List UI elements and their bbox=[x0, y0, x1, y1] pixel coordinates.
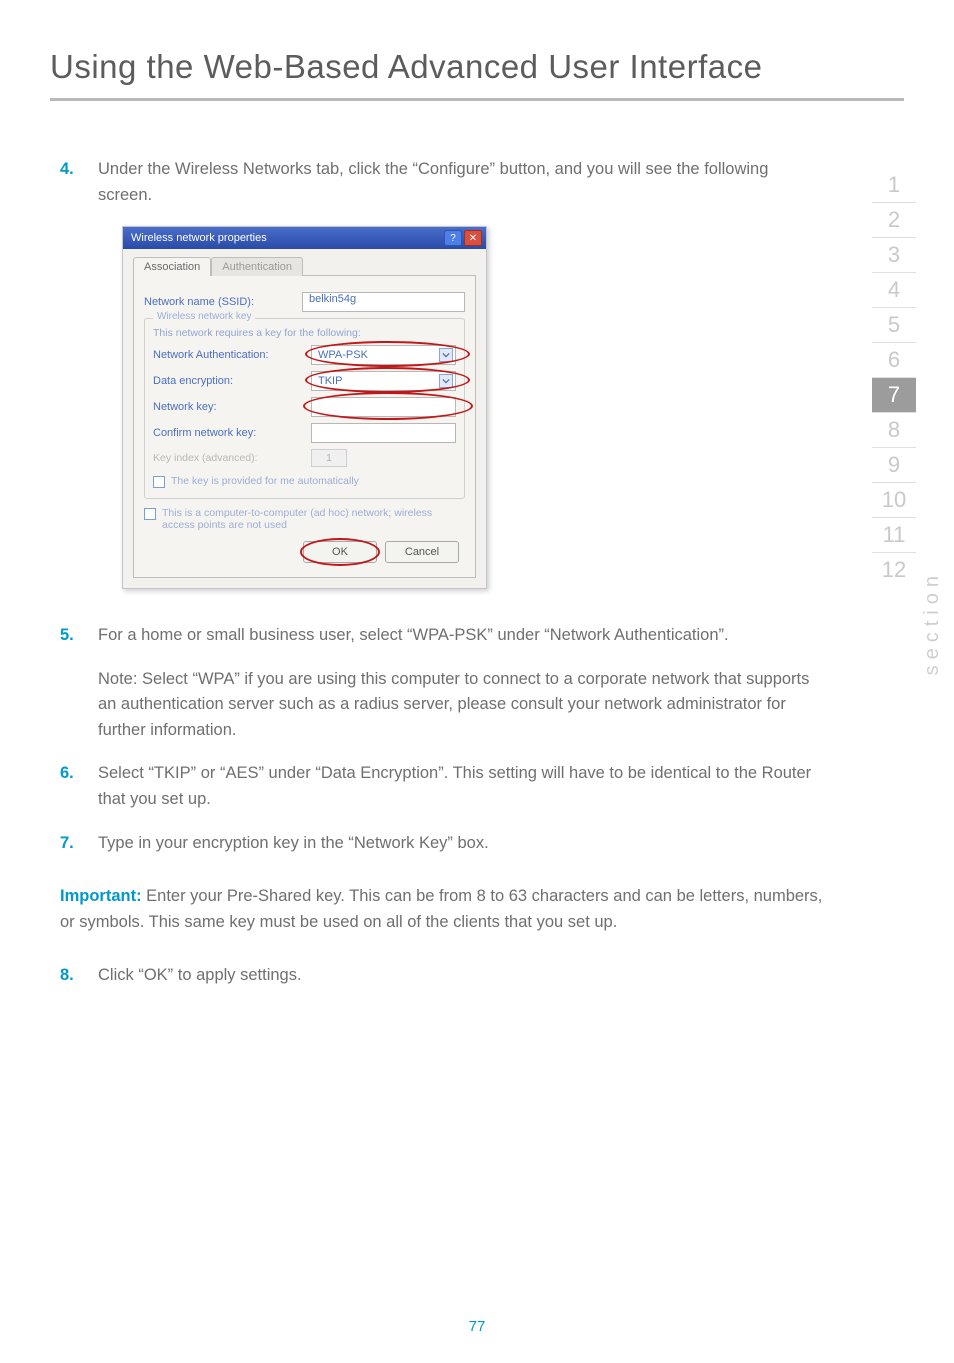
step-7-text: Type in your encryption key in the “Netw… bbox=[98, 831, 824, 857]
step-7-num: 7. bbox=[60, 831, 98, 857]
page-number: 77 bbox=[0, 1318, 954, 1335]
net-auth-label: Network Authentication: bbox=[153, 349, 303, 361]
page-title: Using the Web-Based Advanced User Interf… bbox=[0, 0, 954, 98]
step-5-num: 5. bbox=[60, 623, 98, 649]
dialog-body: Association Authentication Network name … bbox=[123, 249, 486, 588]
adhoc-checkbox[interactable] bbox=[144, 508, 156, 520]
section-nav: 1 2 3 4 5 6 7 8 9 10 11 12 bbox=[872, 168, 916, 587]
auto-key-row: The key is provided for me automatically bbox=[153, 475, 456, 488]
step-8: 8. Click “OK” to apply settings. bbox=[60, 963, 824, 989]
nav-item-3[interactable]: 3 bbox=[872, 238, 916, 273]
data-enc-row: Data encryption: TKIP bbox=[153, 371, 456, 391]
auto-key-checkbox bbox=[153, 476, 165, 488]
data-enc-select[interactable]: TKIP bbox=[311, 371, 456, 391]
confirm-key-row: Confirm network key: bbox=[153, 423, 456, 443]
wireless-properties-dialog: Wireless network properties ? ✕ Associat… bbox=[122, 226, 487, 589]
step-5: 5. For a home or small business user, se… bbox=[60, 623, 824, 649]
nav-item-8[interactable]: 8 bbox=[872, 413, 916, 448]
step-6: 6. Select “TKIP” or “AES” under “Data En… bbox=[60, 761, 824, 812]
confirm-key-label: Confirm network key: bbox=[153, 427, 303, 439]
net-key-input[interactable] bbox=[311, 397, 456, 417]
data-enc-value: TKIP bbox=[318, 375, 342, 387]
step-4-text: Under the Wireless Networks tab, click t… bbox=[98, 157, 824, 208]
ok-highlight bbox=[300, 538, 380, 566]
net-auth-row: Network Authentication: WPA-PSK bbox=[153, 345, 456, 365]
tab-association[interactable]: Association bbox=[133, 257, 211, 276]
help-icon[interactable]: ? bbox=[444, 230, 462, 246]
key-index-stepper: 1 bbox=[311, 449, 347, 467]
confirm-key-input[interactable] bbox=[311, 423, 456, 443]
step-5-note: Note: Select “WPA” if you are using this… bbox=[98, 667, 824, 744]
important-text: Enter your Pre-Shared key. This can be f… bbox=[60, 887, 822, 931]
chevron-down-icon bbox=[439, 374, 453, 388]
important-block: Important: Enter your Pre-Shared key. Th… bbox=[60, 884, 824, 935]
step-6-num: 6. bbox=[60, 761, 98, 812]
nav-item-5[interactable]: 5 bbox=[872, 308, 916, 343]
content: 4. Under the Wireless Networks tab, clic… bbox=[0, 157, 954, 989]
net-key-row: Network key: bbox=[153, 397, 456, 417]
dialog-titlebar: Wireless network properties ? ✕ bbox=[123, 227, 486, 249]
ssid-row: Network name (SSID): belkin54g bbox=[144, 292, 465, 312]
ssid-label: Network name (SSID): bbox=[144, 296, 294, 308]
auto-key-label: The key is provided for me automatically bbox=[171, 475, 359, 487]
group-hint: This network requires a key for the foll… bbox=[153, 327, 456, 339]
net-auth-select[interactable]: WPA-PSK bbox=[311, 345, 456, 365]
nav-item-10[interactable]: 10 bbox=[872, 483, 916, 518]
key-index-label: Key index (advanced): bbox=[153, 452, 303, 464]
data-enc-label: Data encryption: bbox=[153, 375, 303, 387]
ssid-input[interactable]: belkin54g bbox=[302, 292, 465, 312]
step-4: 4. Under the Wireless Networks tab, clic… bbox=[60, 157, 824, 208]
adhoc-label: This is a computer-to-computer (ad hoc) … bbox=[162, 507, 465, 531]
title-underline bbox=[50, 98, 904, 101]
step-8-num: 8. bbox=[60, 963, 98, 989]
nav-item-11[interactable]: 11 bbox=[872, 518, 916, 553]
dialog-buttons: OK Cancel bbox=[144, 531, 465, 567]
ok-button[interactable]: OK bbox=[303, 541, 377, 563]
chevron-down-icon bbox=[439, 348, 453, 362]
step-5-text: For a home or small business user, selec… bbox=[98, 623, 824, 649]
dialog-tabs: Association Authentication bbox=[133, 257, 476, 276]
tab-authentication[interactable]: Authentication bbox=[211, 257, 303, 276]
close-icon[interactable]: ✕ bbox=[464, 230, 482, 246]
key-index-row: Key index (advanced): 1 bbox=[153, 449, 456, 467]
step-8-text: Click “OK” to apply settings. bbox=[98, 963, 824, 989]
net-auth-value: WPA-PSK bbox=[318, 349, 368, 361]
step-6-text: Select “TKIP” or “AES” under “Data Encry… bbox=[98, 761, 824, 812]
section-label: section bbox=[921, 570, 944, 675]
cancel-button[interactable]: Cancel bbox=[385, 541, 459, 563]
note-label: Note: bbox=[98, 670, 137, 688]
important-label: Important: bbox=[60, 887, 142, 905]
nav-item-7[interactable]: 7 bbox=[872, 378, 916, 413]
group-legend: Wireless network key bbox=[153, 311, 255, 322]
nav-item-2[interactable]: 2 bbox=[872, 203, 916, 238]
step-4-num: 4. bbox=[60, 157, 98, 208]
step-7: 7. Type in your encryption key in the “N… bbox=[60, 831, 824, 857]
nav-item-1[interactable]: 1 bbox=[872, 168, 916, 203]
dialog-title: Wireless network properties bbox=[131, 232, 267, 244]
nav-item-4[interactable]: 4 bbox=[872, 273, 916, 308]
adhoc-row: This is a computer-to-computer (ad hoc) … bbox=[144, 507, 465, 531]
nav-item-12[interactable]: 12 bbox=[872, 553, 916, 587]
nav-item-9[interactable]: 9 bbox=[872, 448, 916, 483]
titlebar-buttons: ? ✕ bbox=[444, 230, 482, 246]
nav-item-6[interactable]: 6 bbox=[872, 343, 916, 378]
net-key-label: Network key: bbox=[153, 401, 303, 413]
note-text: Select “WPA” if you are using this compu… bbox=[98, 670, 809, 739]
tab-panel: Network name (SSID): belkin54g Wireless … bbox=[133, 275, 476, 578]
wireless-key-group: Wireless network key This network requir… bbox=[144, 318, 465, 499]
